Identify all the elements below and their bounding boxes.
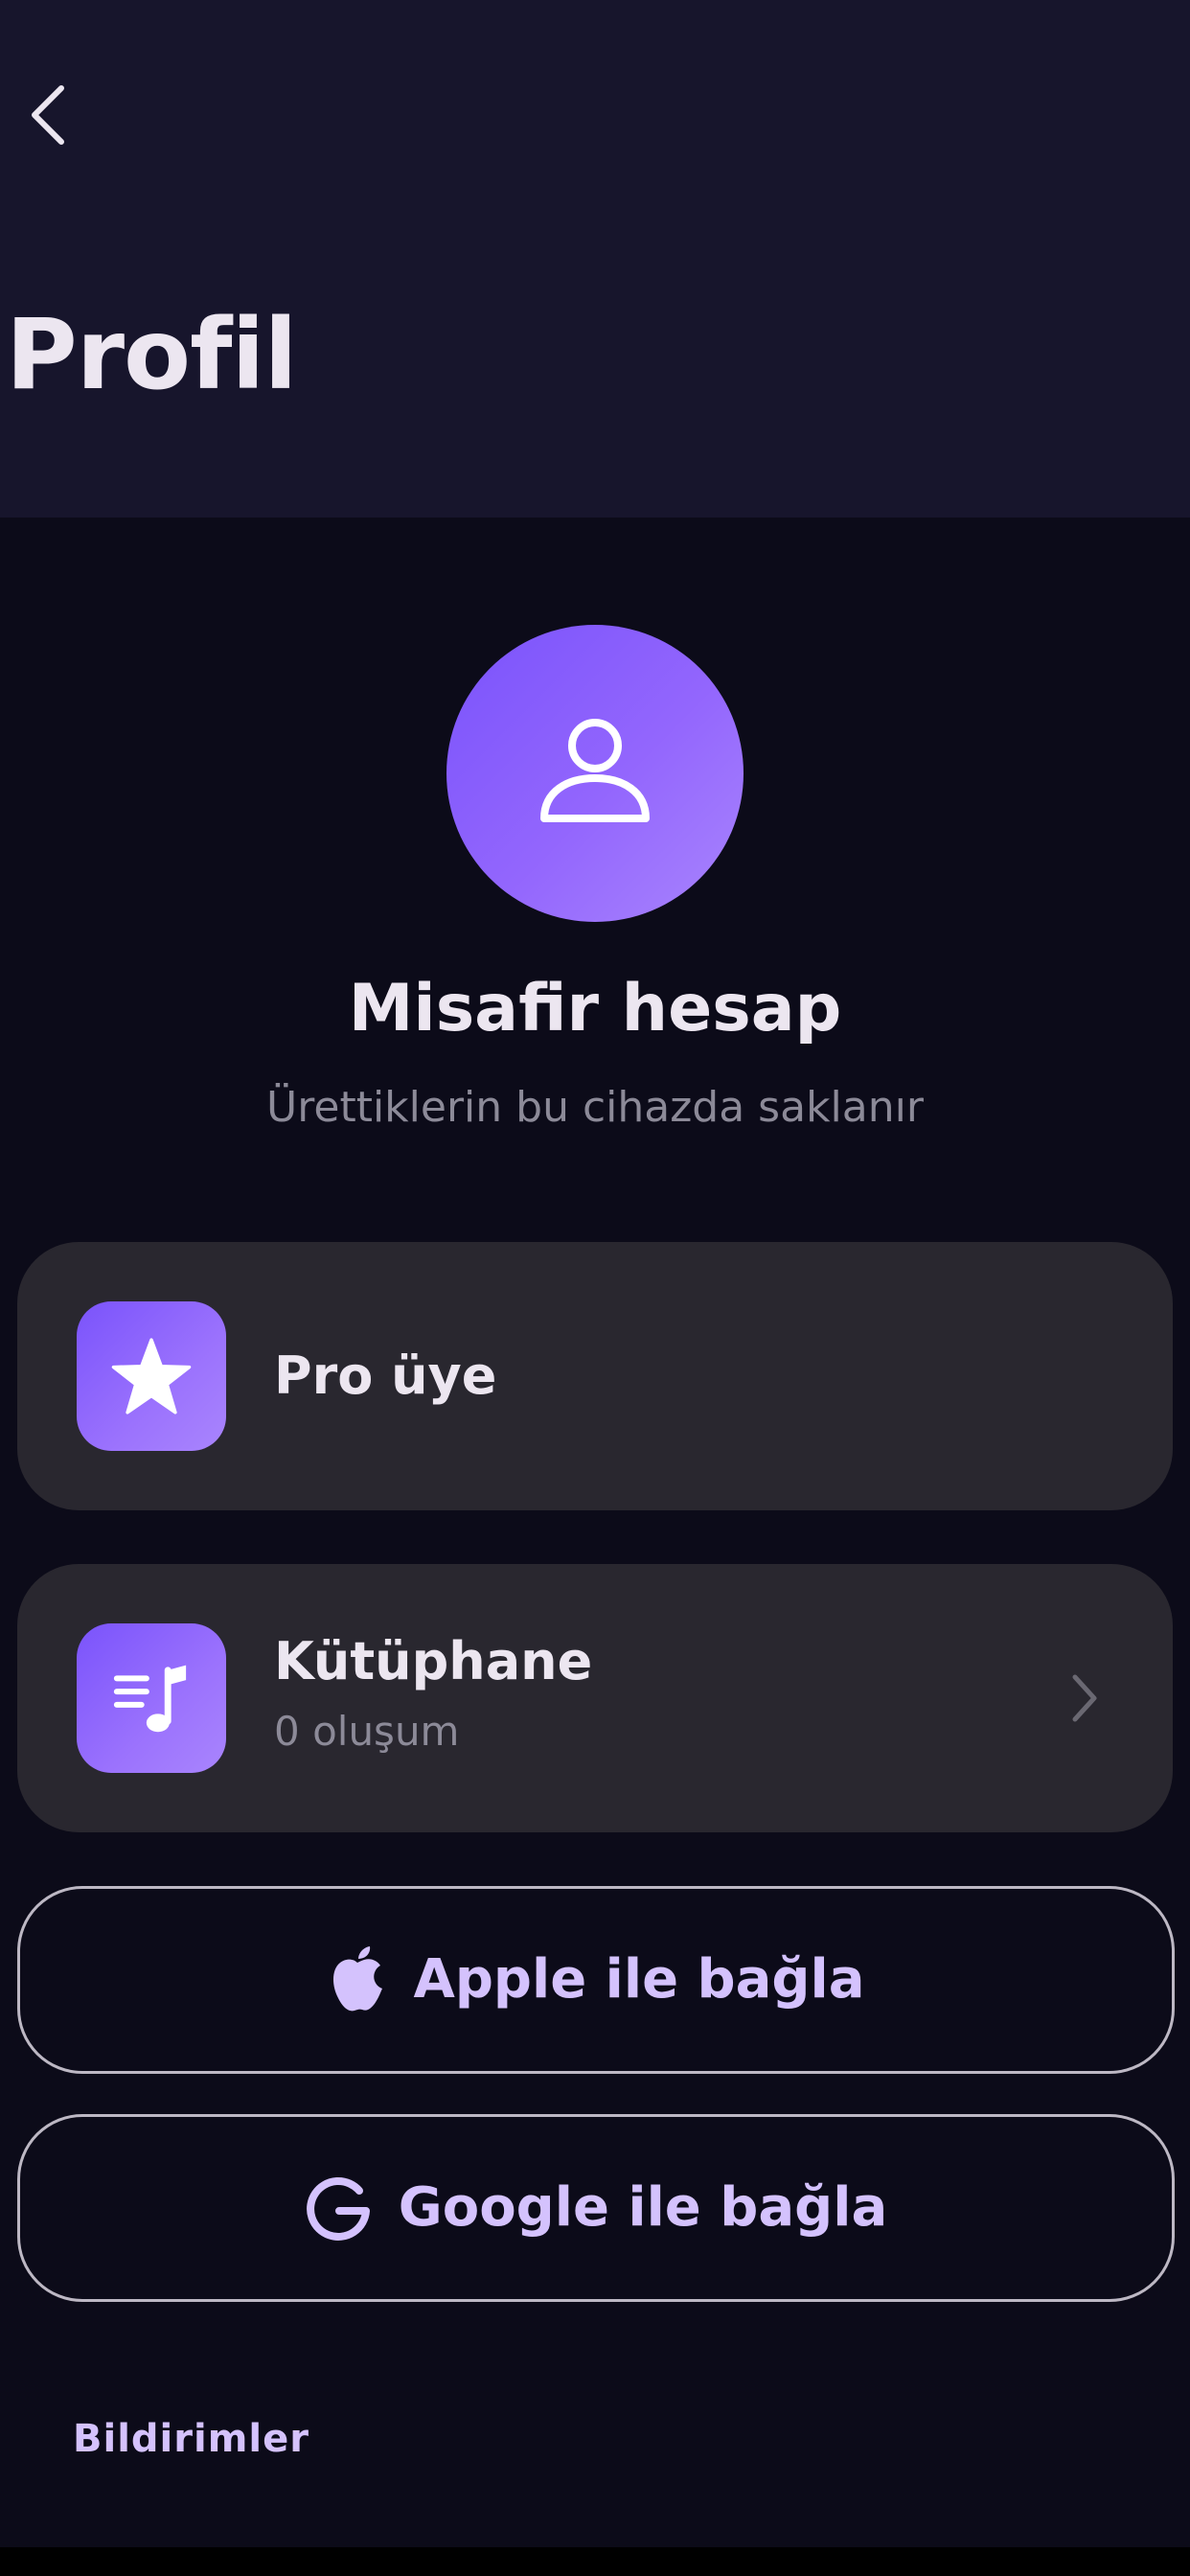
library-chevron xyxy=(1065,1664,1104,1733)
library-card-subtitle: 0 oluşum xyxy=(274,1708,460,1755)
notifications-section-label: Bildirimler xyxy=(73,2417,309,2461)
music-list-icon xyxy=(113,1665,187,1733)
pro-icon-tile xyxy=(77,1301,226,1451)
library-card[interactable]: Kütüphane 0 oluşum xyxy=(17,1564,1173,1832)
google-link-label: Google ile bağla xyxy=(398,2176,888,2239)
apple-icon xyxy=(332,1946,382,2012)
user-icon xyxy=(540,719,650,822)
apple-link-button[interactable]: Apple ile bağla xyxy=(17,1886,1175,2074)
back-button[interactable] xyxy=(19,77,77,153)
profile-screen: Profil Misafir hesap Ürettiklerin bu cih… xyxy=(0,0,1190,2576)
account-name: Misafir hesap xyxy=(348,971,842,1046)
page-title: Profil xyxy=(6,298,297,412)
apple-icon-wrapper xyxy=(328,1945,387,2014)
apple-link-label: Apple ile bağla xyxy=(413,1948,865,2011)
google-icon xyxy=(306,2177,370,2241)
bottom-bar xyxy=(0,2547,1190,2576)
library-icon-tile xyxy=(77,1623,226,1773)
account-subtitle: Ürettiklerin bu cihazda saklanır xyxy=(266,1083,924,1132)
chevron-right-icon xyxy=(1072,1674,1097,1722)
google-link-button[interactable]: Google ile bağla xyxy=(17,2114,1175,2302)
pro-card-title: Pro üye xyxy=(274,1346,497,1406)
chevron-left-icon xyxy=(32,85,64,145)
avatar xyxy=(446,625,744,922)
star-icon xyxy=(111,1338,192,1414)
google-icon-wrapper xyxy=(305,2174,372,2242)
header: Profil xyxy=(0,0,1190,518)
pro-membership-card[interactable]: Pro üye xyxy=(17,1242,1173,1510)
library-card-title: Kütüphane xyxy=(274,1631,593,1691)
